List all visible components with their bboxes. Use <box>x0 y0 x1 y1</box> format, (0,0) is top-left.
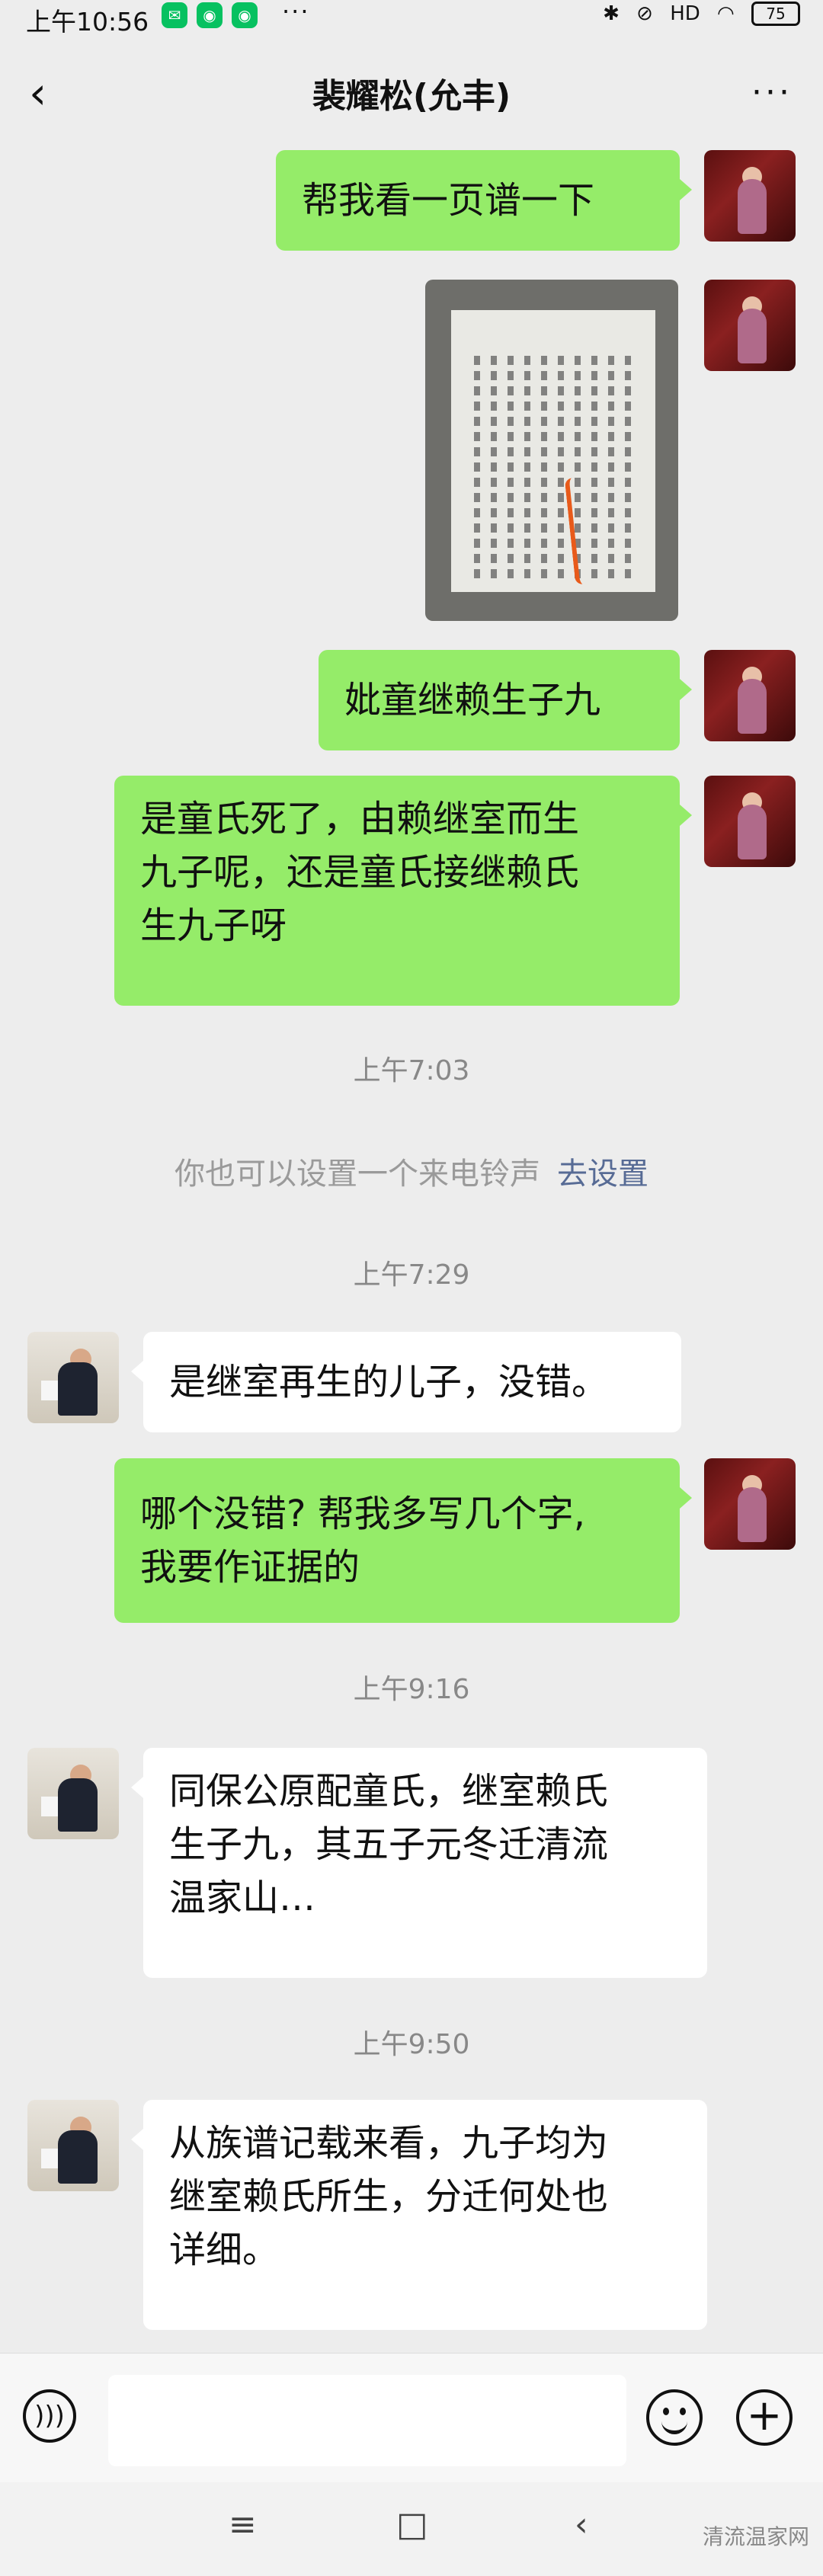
timestamp: 上午7:29 <box>353 1259 470 1291</box>
wechat-notification-icon: ✉ <box>162 2 187 28</box>
watermark: 清流温家网 <box>702 2524 809 2549</box>
avatar[interactable] <box>704 280 796 371</box>
system-tip: 你也可以设置一个来电铃声 去设置 <box>0 1149 823 1193</box>
genealogy-page-photo <box>451 310 655 592</box>
status-bar: 上午10:56 ✉ ◉ ◉ ··· ✱ ⊘ HD ◠ 75 <box>0 0 823 37</box>
chat-title: 裴耀松(允丰) <box>312 77 511 116</box>
message-line: 温家山… <box>169 1877 316 1919</box>
message-line: 哪个没错? 帮我多写几个字, <box>140 1493 585 1535</box>
app-notification-icon-2: ◉ <box>232 2 258 28</box>
voice-input-icon[interactable]: ))) <box>23 2389 76 2443</box>
status-icons: ✱ ⊘ HD ◠ 75 <box>592 2 800 26</box>
avatar[interactable] <box>27 1332 119 1423</box>
status-time: 上午10:56 <box>26 7 149 37</box>
message-line: 详细。 <box>169 2229 280 2271</box>
message-bubble[interactable]: 是继室再生的儿子，没错。 <box>131 1332 681 1432</box>
message-bubble[interactable]: 从族谱记载来看，九子均为 继室赖氏所生，分迁何处也 详细。 <box>131 2100 707 2330</box>
message-bubble[interactable]: 帮我看一页谱一下 <box>276 150 692 251</box>
input-bar: ))) + <box>0 2353 823 2483</box>
message-bubble[interactable]: 妣童继赖生子九 <box>319 650 692 750</box>
hd-icon: HD <box>670 2 700 25</box>
set-ringtone-link[interactable]: 去设置 <box>557 1157 648 1192</box>
message-bubble[interactable]: 同保公原配童氏，继室赖氏 生子九，其五子元冬迁清流 温家山… <box>131 1748 707 1978</box>
message-line: 生九子呀 <box>140 904 287 947</box>
timestamp: 上午9:50 <box>353 2029 470 2060</box>
message-line: 从族谱记载来看，九子均为 <box>169 2122 609 2165</box>
home-nav-icon[interactable]: □ <box>396 2505 428 2544</box>
chat-header: ‹ 裴耀松(允丰) ··· <box>0 46 823 145</box>
emoji-icon[interactable] <box>646 2389 703 2446</box>
bluetooth-icon: ✱ <box>603 2 620 25</box>
more-notifications-icon: ··· <box>282 0 310 26</box>
message-bubble[interactable]: 哪个没错? 帮我多写几个字, 我要作证据的 <box>114 1458 692 1623</box>
avatar[interactable] <box>27 2100 119 2191</box>
message-line: 继室赖氏所生，分迁何处也 <box>169 2175 609 2218</box>
more-functions-plus-icon[interactable]: + <box>736 2389 793 2446</box>
message-input[interactable] <box>108 2375 626 2466</box>
mute-icon: ⊘ <box>636 2 653 25</box>
menu-nav-icon[interactable]: ≡ <box>229 2505 257 2544</box>
avatar[interactable] <box>704 650 796 741</box>
system-nav-bar: ≡ □ ‹ 清流温家网 <box>0 2482 823 2576</box>
message-line: 同保公原配童氏，继室赖氏 <box>169 1770 609 1813</box>
message-line: 生子九，其五子元冬迁清流 <box>169 1823 609 1866</box>
more-options-icon[interactable]: ··· <box>751 73 793 112</box>
timestamp: 上午7:03 <box>353 1055 470 1086</box>
avatar[interactable] <box>704 776 796 867</box>
battery-icon: 75 <box>751 2 800 26</box>
image-message[interactable] <box>425 280 678 621</box>
system-tip-text: 你也可以设置一个来电铃声 <box>175 1157 540 1192</box>
message-line: 我要作证据的 <box>140 1546 360 1589</box>
message-bubble[interactable]: 是童氏死了，由赖继室而生 九子呢，还是童氏接继赖氏 生九子呀 <box>114 776 692 1006</box>
app-notification-icon: ◉ <box>197 2 223 28</box>
wifi-icon: ◠ <box>717 2 735 25</box>
message-line: 九子呢，还是童氏接继赖氏 <box>140 851 580 894</box>
avatar[interactable] <box>27 1748 119 1839</box>
timestamp: 上午9:16 <box>353 1674 470 1705</box>
avatar[interactable] <box>704 150 796 242</box>
message-line: 是童氏死了，由赖继室而生 <box>140 798 580 840</box>
back-nav-icon[interactable]: ‹ <box>575 2505 588 2544</box>
avatar[interactable] <box>704 1458 796 1550</box>
